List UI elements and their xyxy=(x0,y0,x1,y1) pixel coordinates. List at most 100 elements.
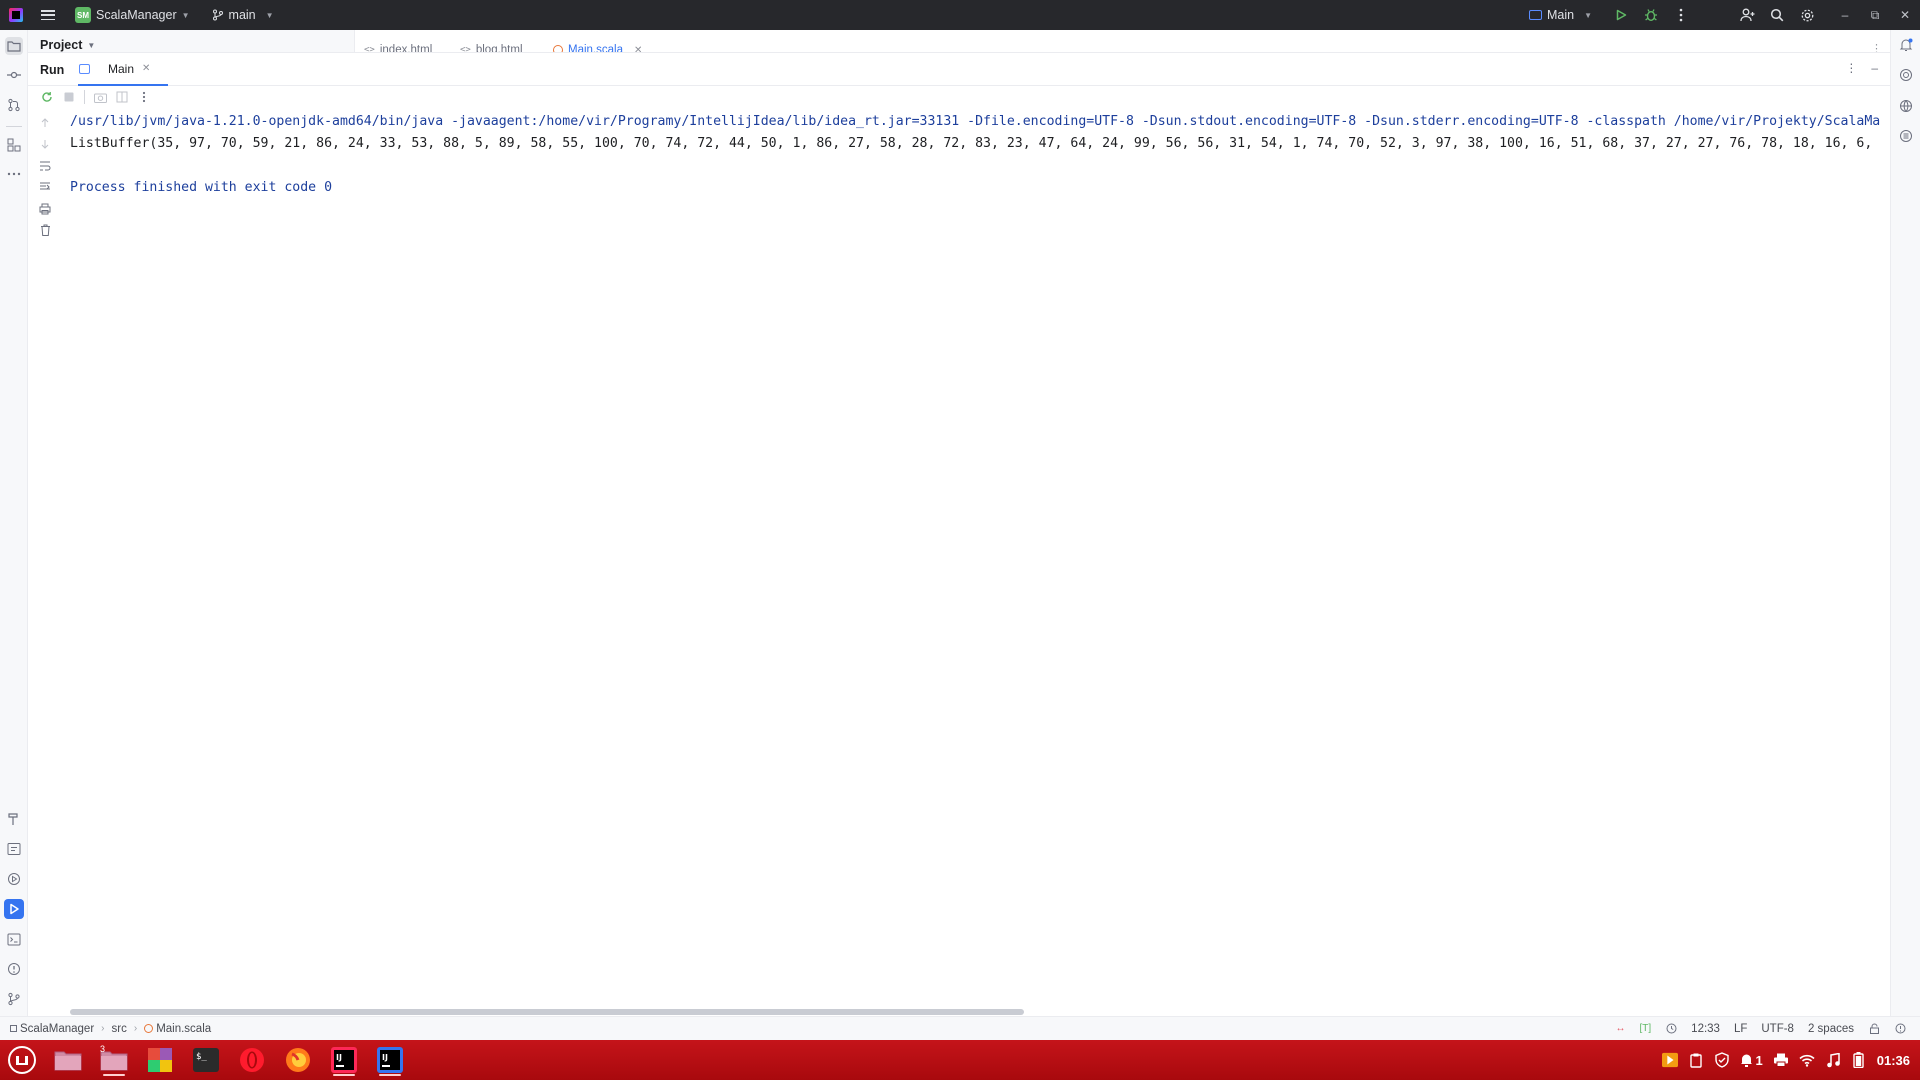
printer-tray-icon[interactable] xyxy=(1773,1052,1789,1068)
indent-setting[interactable]: 2 spaces xyxy=(1808,1023,1854,1035)
editor-tab-index-html[interactable]: <> index.html xyxy=(364,44,432,52)
restore-window-button[interactable]: ⧉ xyxy=(1860,0,1890,30)
terminal-tool-button[interactable] xyxy=(5,930,23,948)
notifications-tray[interactable]: 1 xyxy=(1740,1052,1763,1068)
search-everywhere-button[interactable] xyxy=(1762,0,1792,30)
inspection-icon[interactable]: [T] xyxy=(1640,1023,1652,1034)
project-name: ScalaManager xyxy=(96,8,177,22)
mint-menu-button[interactable] xyxy=(3,1043,41,1077)
more-vertical-icon[interactable]: ⋮ xyxy=(1845,61,1857,75)
breadcrumb-item-project[interactable]: ScalaManager xyxy=(20,1023,94,1035)
terminal-icon xyxy=(7,933,21,945)
hammer-icon xyxy=(8,813,18,825)
editor-tab-main-scala[interactable]: Main.scala ✕ xyxy=(553,44,642,52)
restore-layout-button[interactable] xyxy=(115,90,129,104)
scroll-up-button[interactable] xyxy=(38,116,52,130)
wifi-tray-icon[interactable] xyxy=(1799,1052,1815,1068)
soft-wrap-button[interactable] xyxy=(38,159,52,173)
svg-text:$_: $_ xyxy=(196,1052,207,1062)
plugins-button[interactable] xyxy=(1898,128,1914,144)
toolbar-divider xyxy=(84,90,85,104)
main-menu-icon[interactable] xyxy=(41,10,55,20)
more-tools-button[interactable] xyxy=(5,165,23,183)
structure-tool-button[interactable] xyxy=(5,136,23,154)
settings-button[interactable] xyxy=(1792,0,1822,30)
project-switcher[interactable]: ScalaManager ▼ xyxy=(91,8,190,22)
scroll-to-end-button[interactable] xyxy=(38,180,52,194)
media-player-tray-icon[interactable] xyxy=(1661,1052,1678,1068)
print-button[interactable] xyxy=(38,202,52,216)
shield-tray-icon[interactable] xyxy=(1714,1052,1730,1068)
sound-tray-icon[interactable] xyxy=(1825,1052,1841,1068)
minimize-panel-icon[interactable]: – xyxy=(1871,61,1878,75)
clock-icon[interactable] xyxy=(1665,1023,1677,1035)
editor-tab-blog-html[interactable]: <> blog.html xyxy=(460,44,523,52)
chevron-down-icon: ▼ xyxy=(265,10,274,20)
soft-wrap-icon xyxy=(40,161,51,171)
battery-tray-icon[interactable] xyxy=(1851,1052,1867,1068)
run-configuration-selector[interactable]: Main ▼ xyxy=(1528,8,1592,22)
run-tool-button[interactable] xyxy=(4,899,24,919)
build-tool-button[interactable] xyxy=(5,810,23,828)
screenshot-button[interactable] xyxy=(93,90,107,104)
taskbar-intellij-2[interactable]: IJ xyxy=(371,1043,409,1077)
code-with-me-button[interactable] xyxy=(1732,0,1762,30)
stop-button[interactable] xyxy=(62,90,76,104)
notifications-button[interactable] xyxy=(1898,37,1914,53)
rerun-button[interactable] xyxy=(40,90,54,104)
taskbar-folder[interactable] xyxy=(49,1043,87,1077)
taskbar-file-manager[interactable]: 3 xyxy=(95,1043,133,1077)
debug-button[interactable] xyxy=(1636,0,1666,30)
caret-position[interactable]: 12:33 xyxy=(1691,1023,1720,1035)
clear-all-button[interactable] xyxy=(38,223,52,237)
project-tool-button[interactable] xyxy=(5,37,23,55)
search-icon xyxy=(1770,8,1784,22)
bell-icon xyxy=(1740,1054,1752,1067)
scroll-down-button[interactable] xyxy=(38,137,52,151)
clock[interactable]: 01:36 xyxy=(1877,1053,1910,1068)
taskbar-color-app[interactable] xyxy=(141,1043,179,1077)
run-button[interactable] xyxy=(1606,0,1636,30)
more-vertical-icon[interactable]: ⋮ xyxy=(1871,42,1882,52)
minimize-window-button[interactable]: – xyxy=(1830,0,1860,30)
minimize-icon: – xyxy=(1841,8,1849,22)
file-encoding[interactable]: UTF-8 xyxy=(1761,1023,1794,1035)
problems-tool-button[interactable] xyxy=(5,960,23,978)
more-actions-button[interactable] xyxy=(1666,0,1696,30)
taskbar-firefox[interactable] xyxy=(279,1043,317,1077)
globe-icon xyxy=(1900,100,1912,112)
chevron-right-icon: › xyxy=(101,1023,105,1034)
run-tab-main[interactable]: Main ✕ xyxy=(78,53,168,86)
git-tool-button[interactable] xyxy=(5,990,23,1008)
ai-assistant-button[interactable] xyxy=(1898,67,1914,83)
folder-icon xyxy=(54,1051,82,1071)
console-horizontal-scrollbar[interactable] xyxy=(70,1009,1024,1015)
console-gutter-toolbar xyxy=(28,108,62,1008)
database-button[interactable] xyxy=(1898,98,1914,114)
scala-console-tool-button[interactable] xyxy=(5,840,23,858)
lock-icon[interactable] xyxy=(1868,1023,1880,1035)
breadcrumb-item-file[interactable]: Main.scala xyxy=(156,1023,211,1035)
project-badge[interactable]: SM xyxy=(75,7,91,23)
vcs-changes-icon[interactable]: ↔ xyxy=(1616,1023,1626,1034)
services-tool-button[interactable] xyxy=(5,870,23,888)
console-output[interactable]: /usr/lib/jvm/java-1.21.0-openjdk-amd64/b… xyxy=(62,108,1888,1008)
intellij-logo-icon[interactable] xyxy=(9,8,23,22)
clipboard-tray-icon[interactable] xyxy=(1688,1052,1704,1068)
close-window-button[interactable]: ✕ xyxy=(1890,0,1920,30)
breadcrumb-item-src[interactable]: src xyxy=(112,1023,127,1035)
toolbar-more-button[interactable] xyxy=(137,90,151,104)
line-separator[interactable]: LF xyxy=(1734,1023,1747,1035)
close-tab-icon[interactable]: ✕ xyxy=(634,45,642,53)
spiral-icon xyxy=(1900,69,1912,81)
console-exit-line: Process finished with exit code 0 xyxy=(70,180,333,195)
title-bar: SM ScalaManager ▼ main ▼ Main ▼ – ⧉ ✕ xyxy=(0,0,1920,30)
pull-requests-tool-button[interactable] xyxy=(5,96,23,114)
help-icon[interactable] xyxy=(1894,1023,1906,1035)
taskbar-terminal[interactable]: $_ xyxy=(187,1043,225,1077)
branch-switcher[interactable]: main ▼ xyxy=(212,8,274,22)
close-tab-icon[interactable]: ✕ xyxy=(142,63,150,74)
taskbar-opera[interactable] xyxy=(233,1043,271,1077)
commit-tool-button[interactable] xyxy=(5,66,23,84)
taskbar-intellij-1[interactable]: IJ xyxy=(325,1043,363,1077)
